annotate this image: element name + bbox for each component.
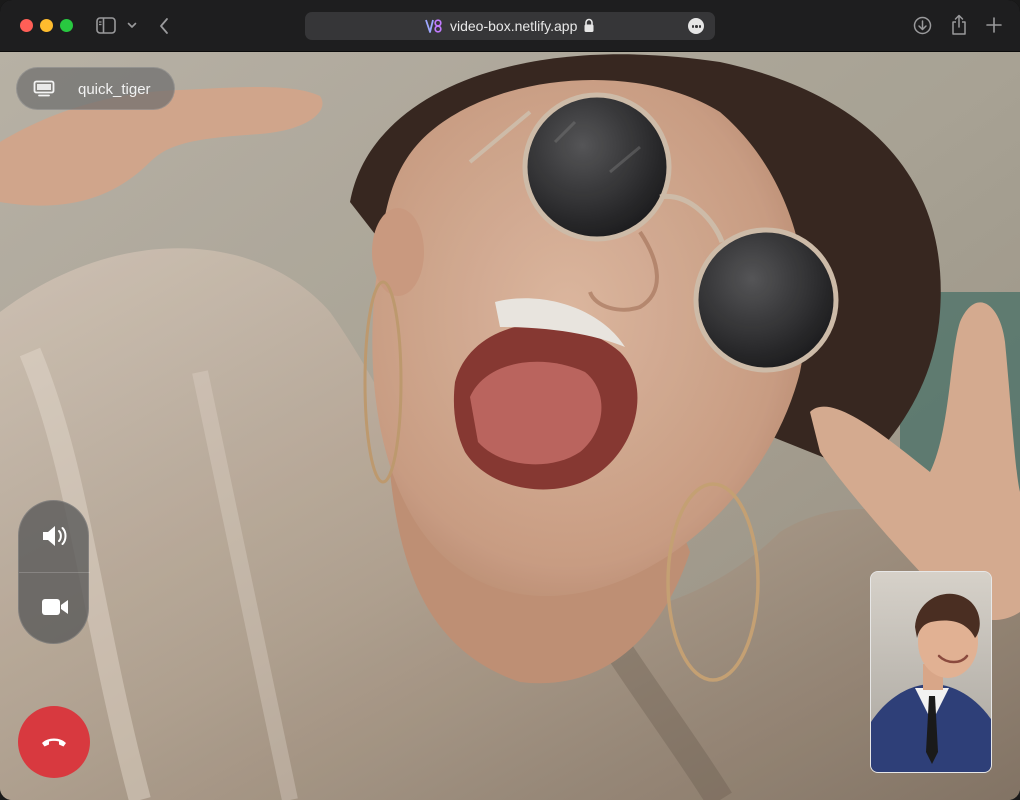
hang-up-button[interactable] — [18, 706, 90, 778]
url-text: video-box.netlify.app — [450, 18, 578, 34]
remote-user-name: quick_tiger — [78, 81, 151, 98]
speaker-icon — [43, 526, 67, 546]
download-icon[interactable] — [913, 16, 932, 35]
address-bar[interactable]: video-box.netlify.app — [305, 12, 715, 40]
self-view-video[interactable] — [870, 571, 992, 773]
site-logo-icon — [425, 18, 443, 34]
close-window-button[interactable] — [20, 19, 33, 32]
remote-video: quick_tiger — [0, 52, 1020, 800]
plus-icon[interactable] — [986, 17, 1002, 33]
remote-user-label: quick_tiger — [16, 67, 175, 110]
sidebar-icon[interactable] — [96, 17, 116, 34]
video-camera-icon — [42, 599, 68, 615]
toggle-video-button[interactable] — [19, 573, 90, 644]
lock-icon — [584, 18, 594, 32]
ellipsis-icon[interactable] — [688, 18, 704, 34]
media-controls — [18, 500, 90, 644]
chevron-down-icon[interactable] — [127, 22, 137, 29]
minimize-window-button[interactable] — [40, 19, 53, 32]
toggle-audio-button[interactable] — [19, 501, 90, 572]
chevron-left-icon[interactable] — [158, 17, 170, 35]
share-icon[interactable] — [950, 14, 968, 36]
browser-window: video-box.netlify.app quick_tiger — [0, 0, 1020, 800]
maximize-window-button[interactable] — [60, 19, 73, 32]
phone-hangup-icon — [42, 738, 66, 747]
browser-toolbar: video-box.netlify.app — [0, 0, 1020, 52]
screen-icon — [33, 80, 55, 97]
remote-video-feed — [0, 52, 1020, 800]
self-view-feed — [871, 572, 991, 772]
